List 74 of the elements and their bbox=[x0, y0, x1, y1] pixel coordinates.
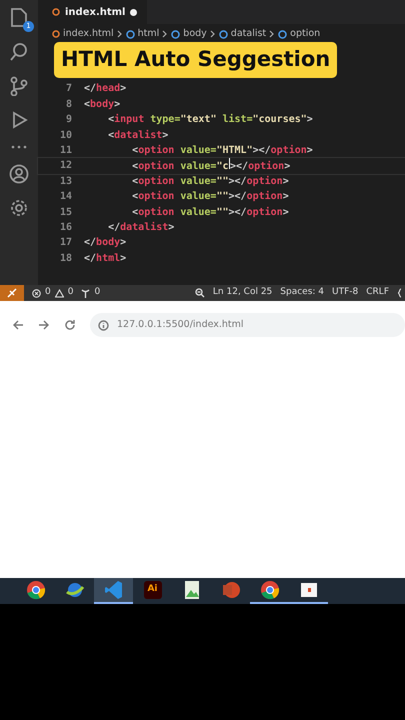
line-number: 13 bbox=[58, 174, 73, 189]
status-item[interactable]: CRLF bbox=[366, 286, 389, 300]
line-number: 8 bbox=[64, 98, 73, 112]
status-item[interactable]: UTF-8 bbox=[332, 286, 358, 300]
branch-icon[interactable] bbox=[9, 76, 29, 96]
browser-icon bbox=[260, 580, 280, 600]
chevron-icon bbox=[210, 30, 216, 38]
code-line: </datalist> bbox=[107, 220, 174, 235]
line-number: 18 bbox=[58, 252, 73, 266]
code-line: <option value="HTML"></option> bbox=[131, 144, 313, 158]
status-item[interactable]: Spaces: 4 bbox=[280, 286, 324, 300]
code-line: <option value=""></option> bbox=[131, 206, 289, 220]
editor-tab[interactable]: index.html bbox=[38, 0, 148, 24]
chevron-icon bbox=[162, 30, 168, 38]
breadcrumb-item[interactable]: option bbox=[290, 27, 320, 42]
html-file-icon bbox=[52, 30, 60, 38]
error-icon bbox=[32, 288, 41, 298]
code-line: <body> bbox=[84, 98, 120, 112]
line-number: 10 bbox=[58, 128, 73, 143]
address-bar[interactable]: 127.0.0.1:5500/index.html bbox=[90, 313, 405, 337]
taskbar-app[interactable]: Ai bbox=[133, 578, 172, 604]
line-number: 9 bbox=[64, 113, 73, 128]
line-number: 11 bbox=[58, 144, 73, 158]
taskbar-app[interactable] bbox=[250, 578, 289, 604]
zoom-icon[interactable] bbox=[194, 288, 205, 298]
line-number: 7 bbox=[64, 82, 73, 96]
problems-indicator[interactable]: 0 0 bbox=[32, 286, 74, 300]
breadcrumb-item[interactable]: index.html bbox=[63, 27, 114, 42]
account-icon[interactable] bbox=[9, 164, 29, 184]
breadcrumb-item[interactable]: datalist bbox=[230, 27, 266, 42]
code-line: <option value=""></option> bbox=[131, 174, 289, 189]
breadcrumb-item[interactable]: body bbox=[183, 27, 207, 42]
code-line: </head> bbox=[84, 82, 126, 96]
line-number: 12 bbox=[58, 159, 73, 174]
line-number: 17 bbox=[58, 236, 73, 250]
settings-icon[interactable] bbox=[9, 198, 29, 218]
line-number: 15 bbox=[58, 206, 73, 220]
element-icon bbox=[126, 30, 135, 39]
info-icon[interactable] bbox=[98, 320, 109, 330]
search-icon[interactable] bbox=[9, 42, 29, 62]
breadcrumb-item[interactable]: html bbox=[138, 27, 160, 42]
forward-icon[interactable] bbox=[38, 319, 50, 331]
reload-icon[interactable] bbox=[64, 319, 76, 331]
code-editor-icon bbox=[104, 580, 124, 600]
video-caption: HTML Auto Seggestion bbox=[54, 42, 338, 78]
chevron-icon bbox=[269, 30, 276, 38]
back-icon[interactable] bbox=[12, 319, 24, 331]
html-file-icon bbox=[52, 8, 60, 16]
line-number: 16 bbox=[58, 220, 73, 235]
code-line: <option value=""></option> bbox=[131, 190, 289, 204]
code-line: </body> bbox=[84, 236, 126, 250]
chevron-icon bbox=[116, 30, 123, 38]
text-cursor bbox=[228, 157, 230, 170]
code-line: </html> bbox=[84, 252, 126, 266]
app-logo: Ai bbox=[144, 581, 162, 599]
code-line: <datalist> bbox=[107, 128, 168, 143]
code-line: <option value="c></option> bbox=[84, 157, 290, 174]
element-icon bbox=[171, 30, 180, 39]
files-icon[interactable] bbox=[8, 6, 30, 28]
code-line: <input type="text" list="courses"> bbox=[107, 112, 313, 128]
slide-icon bbox=[298, 580, 318, 600]
more-icon[interactable] bbox=[10, 144, 28, 150]
remote-button[interactable] bbox=[0, 285, 24, 301]
line-number: 14 bbox=[58, 190, 73, 204]
element-icon bbox=[278, 30, 288, 39]
status-item[interactable]: Ln 12, Col 25 bbox=[212, 286, 272, 300]
element-icon bbox=[218, 30, 228, 39]
globe-icon bbox=[64, 580, 84, 600]
warning-icon bbox=[54, 288, 64, 298]
presentation-icon bbox=[220, 580, 240, 600]
browser-icon bbox=[26, 580, 46, 600]
ports-indicator[interactable]: 0 bbox=[81, 286, 100, 300]
remote-icon bbox=[7, 288, 17, 298]
antenna-icon bbox=[81, 288, 90, 298]
